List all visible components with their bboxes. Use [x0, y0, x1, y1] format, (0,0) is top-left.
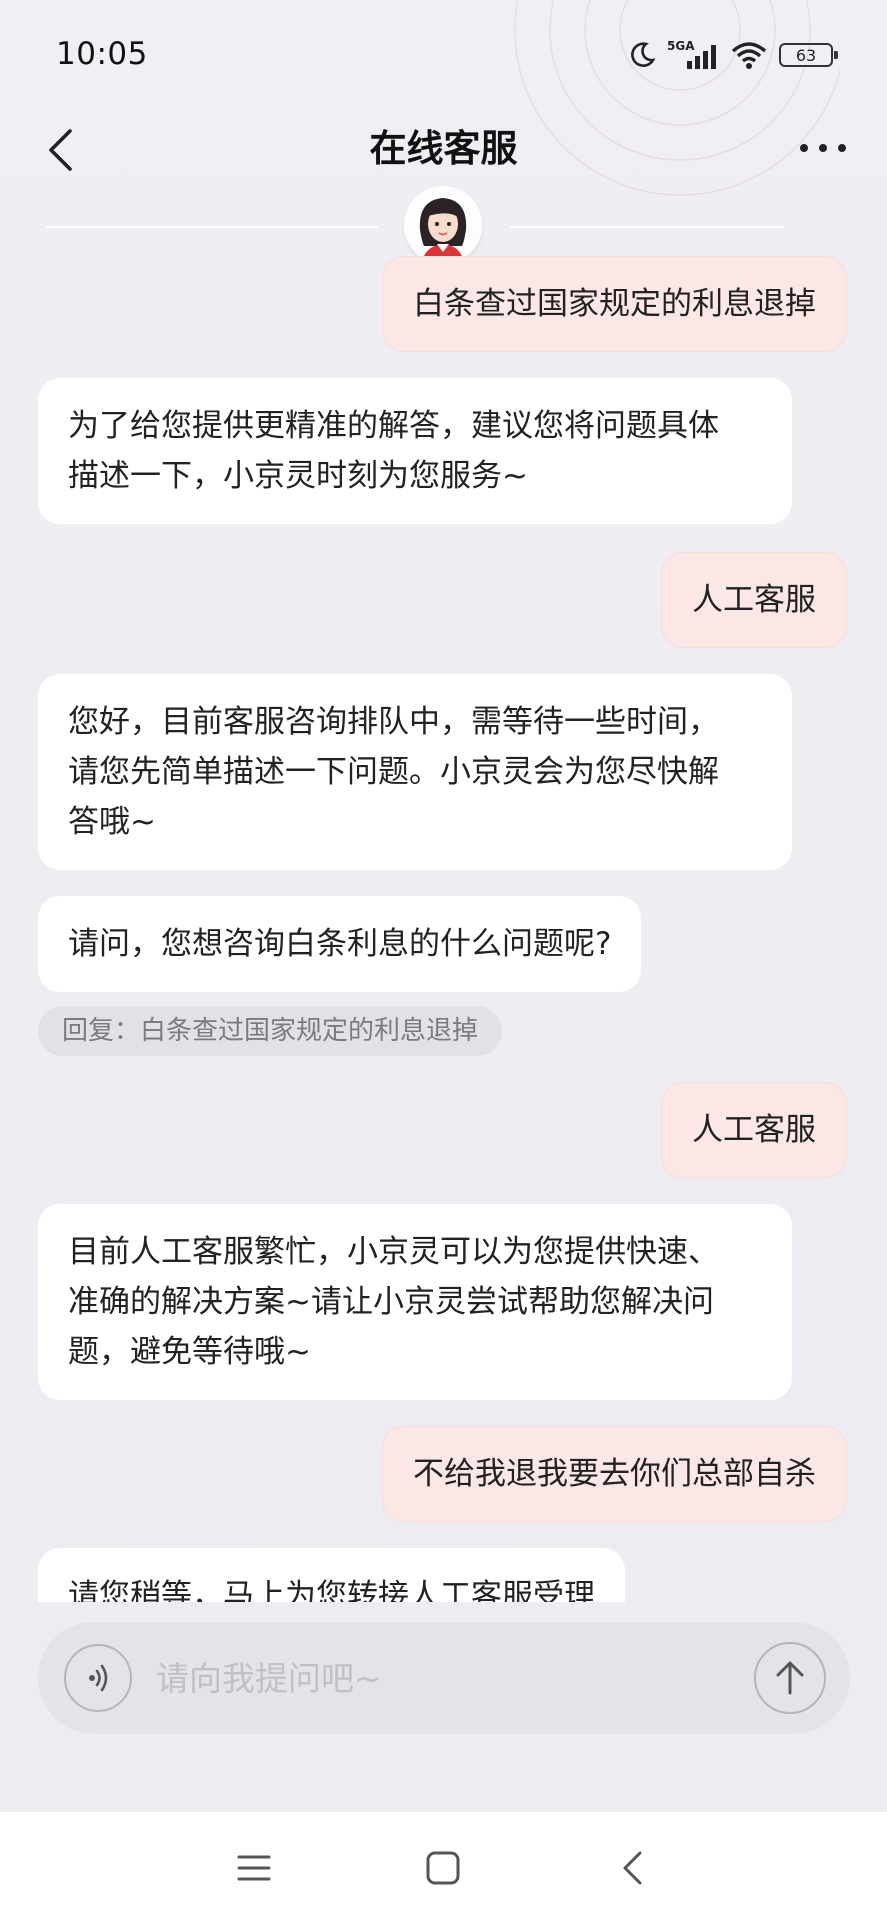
user-message: 人工客服 [661, 1082, 847, 1178]
user-message: 白条查过国家规定的利息退掉 [382, 256, 847, 352]
message-line: 题，避免等待哦~ [68, 1334, 311, 1370]
input-bar [38, 1622, 850, 1734]
arrow-up-icon [776, 1661, 804, 1695]
message-line: 请您先简单描述一下问题。小京灵会为您尽快解 [68, 754, 719, 790]
message-line: 您好，目前客服咨询排队中，需等待一些时间， [68, 704, 719, 740]
wifi-icon [731, 42, 767, 69]
message-text: 人工客服 [692, 582, 816, 618]
back-icon [623, 1851, 642, 1885]
message-text: 请您稍等，马上为您转接人工客服受理 [68, 1578, 595, 1602]
message-text: 白条查过国家规定的利息退掉 [413, 286, 816, 322]
message-line: 答哦~ [68, 804, 156, 840]
more-button[interactable] [793, 126, 853, 170]
user-message: 不给我退我要去你们总部自杀 [382, 1426, 847, 1522]
message-line: 为了给您提供更精准的解答，建议您将问题具体 [68, 408, 719, 444]
message-line: 描述一下，小京灵时刻为您服务~ [68, 458, 528, 494]
bot-message: 为了给您提供更精准的解答，建议您将问题具体 描述一下，小京灵时刻为您服务~ [38, 378, 792, 524]
message-text: 不给我退我要去你们总部自杀 [413, 1456, 816, 1492]
voice-input-button[interactable] [64, 1644, 132, 1712]
bot-message: 请您稍等，马上为您转接人工客服受理 [38, 1548, 625, 1602]
home-icon [426, 1851, 460, 1885]
header-divider-right [510, 226, 784, 228]
battery-icon: 63 [779, 43, 838, 67]
voice-icon [89, 1664, 108, 1692]
menu-icon [237, 1855, 271, 1881]
status-icons: 5GA 63 [627, 38, 838, 72]
chat-message-list[interactable]: 白条查过国家规定的利息退掉 为了给您提供更精准的解答，建议您将问题具体 描述一下… [0, 250, 887, 1602]
home-button[interactable] [415, 1840, 471, 1896]
status-bar: 10:05 5GA 63 [0, 0, 887, 110]
bot-message: 目前人工客服繁忙，小京灵可以为您提供快速、 准确的解决方案~请让小京灵尝试帮助您… [38, 1204, 792, 1400]
header-divider-left [46, 226, 378, 228]
battery-level: 63 [795, 45, 817, 65]
system-navigation-bar [0, 1812, 887, 1920]
system-back-button[interactable] [604, 1840, 660, 1896]
more-icon [800, 144, 846, 152]
recent-apps-button[interactable] [226, 1840, 282, 1896]
message-line: 准确的解决方案~请让小京灵尝试帮助您解决问 [68, 1284, 714, 1320]
status-time: 10:05 [56, 36, 148, 72]
network-label: 5GA [667, 39, 695, 53]
bot-message: 请问，您想咨询白条利息的什么问题呢? [38, 896, 642, 992]
reply-reference[interactable]: 回复：白条查过国家规定的利息退掉 [38, 1006, 503, 1056]
message-line: 目前人工客服繁忙，小京灵可以为您提供快速、 [68, 1234, 719, 1270]
signal-icon: 5GA [667, 39, 716, 69]
user-message: 人工客服 [661, 552, 847, 648]
moon-icon [631, 42, 656, 67]
bot-message: 您好，目前客服咨询排队中，需等待一些时间， 请您先简单描述一下问题。小京灵会为您… [38, 674, 792, 870]
message-input[interactable] [156, 1650, 676, 1706]
send-button[interactable] [754, 1642, 826, 1714]
page-title: 在线客服 [369, 127, 518, 170]
message-text: 请问，您想咨询白条利息的什么问题呢? [68, 926, 612, 962]
message-text: 人工客服 [692, 1112, 816, 1148]
